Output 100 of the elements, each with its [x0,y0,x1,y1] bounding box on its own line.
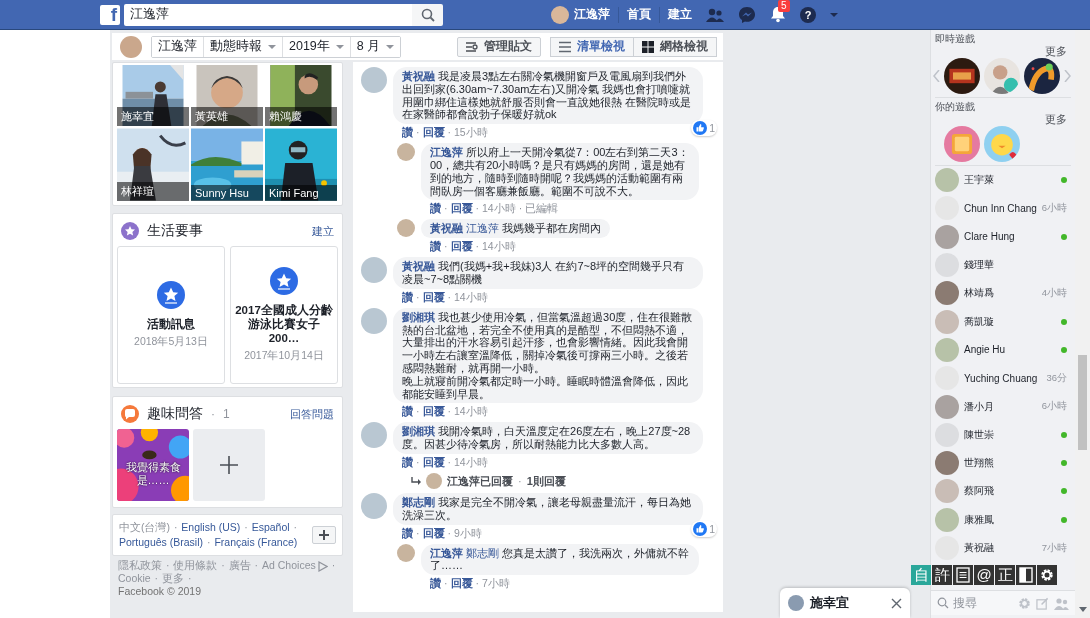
reply-link[interactable]: 回覆 [450,201,473,217]
contact-item[interactable]: 潘小月 6小時 [931,392,1075,421]
toolbar-button[interactable]: 許 [932,565,952,585]
people-icon[interactable] [1054,596,1069,610]
search-field[interactable]: 江逸萍 [124,3,412,26]
friend-name[interactable]: 林祥瑄 [117,182,189,201]
separator-dot: · [211,407,215,421]
avatar [397,219,415,238]
life-event-card[interactable]: 活動訊息 2018年5月13日 [117,246,225,384]
separator-dot: · [518,201,523,217]
author-link[interactable]: 劉湘琪 [402,425,435,438]
language-link[interactable]: English (US) [181,521,241,533]
author-link[interactable]: 江逸萍 [430,146,463,159]
author-link[interactable]: 黃祝融 [402,70,435,82]
view-tab[interactable]: 網格檢視 [634,36,717,57]
toolbar-button[interactable] [953,565,973,585]
language-link[interactable]: Français (France) [214,536,298,548]
create-link[interactable]: 建立 [312,223,334,239]
contact-item[interactable]: 喬凱璇 [931,307,1075,336]
contact-name: Yuching Chuang [964,372,1039,384]
manage-posts-button[interactable]: 管理貼文 [457,36,541,57]
contact-name: Clare Hung [964,231,1016,243]
settings-icon[interactable] [1018,596,1031,610]
like-link[interactable]: 讚 [430,239,441,255]
contact-item[interactable]: 黃祝融 7小時 [931,533,1075,563]
view-tab[interactable]: 清單檢視 [550,36,634,57]
contact-item[interactable]: 蔡阿飛 [931,477,1075,506]
separator-dot: · [173,521,178,533]
contact-item[interactable]: 康雅鳳 [931,505,1075,534]
contact-item[interactable]: 世翔熊 [931,448,1075,478]
toolbar-button[interactable] [1037,565,1057,585]
like-link[interactable]: 讚 [402,404,413,420]
author-link[interactable]: 江逸萍 [430,546,463,559]
life-event-icon [121,222,139,240]
friends-icon[interactable] [706,7,724,22]
contact-item[interactable]: 林靖爲 4小時 [931,279,1075,308]
friend-name[interactable]: 黃英雄 [191,107,263,126]
contact-item[interactable]: 王宇萊 [931,166,1075,195]
reply-link[interactable]: 回覆 [450,576,473,592]
contact-item[interactable]: Chun Inn Chang 6小時 [931,194,1075,223]
author-link[interactable]: 鄭志剛 [402,495,435,508]
mention-link[interactable]: 江逸萍 [466,222,500,235]
separator-dot: · [187,572,192,584]
next-icon[interactable] [1064,70,1071,82]
reply-link[interactable]: 回覆 [422,454,445,470]
nav-link[interactable]: 首頁 [627,6,651,23]
more-link[interactable]: 更多 [931,45,1075,57]
contact-item[interactable]: 錢理華 [931,250,1075,280]
reply-link[interactable]: 回覆 [422,125,445,141]
friend-name[interactable]: Kimi Fang [265,185,337,201]
reply-link[interactable]: 回覆 [450,239,473,255]
reply-link[interactable]: 回覆 [422,525,445,541]
nav-link[interactable]: 建立 [668,6,692,23]
author-link[interactable]: 黃祝融 [402,260,435,273]
scroll-down-icon[interactable] [1079,607,1087,612]
profile-link[interactable]: 江逸萍 [551,5,610,24]
previous-icon[interactable] [933,70,940,82]
like-link[interactable]: 讚 [430,576,441,592]
caret-icon[interactable] [830,12,838,17]
separator-dot: · [475,576,479,592]
avatar [935,168,959,193]
contact-name: 黃祝融 [964,541,995,555]
language-link[interactable]: Português (Brasil) [119,536,204,548]
author-link[interactable]: 黃祝融 [430,222,463,235]
life-event-card[interactable]: 2017全國成人分齡游泳比賽女子200… 2017年10月14日 [230,246,338,384]
author-link[interactable]: 劉湘琪 [402,310,435,323]
close-icon[interactable] [891,597,902,609]
contact-item[interactable]: Clare Hung [931,222,1075,251]
toolbar-button[interactable]: 正 [995,565,1015,585]
contact-item[interactable]: Angie Hu [931,335,1075,365]
like-link[interactable]: 讚 [402,525,413,541]
toolbar-button[interactable] [1016,565,1036,585]
like-link[interactable]: 讚 [402,454,413,470]
more-link[interactable]: 更多 [931,113,1075,125]
reply-link[interactable]: 回覆 [422,289,445,305]
like-link[interactable]: 讚 [402,125,413,141]
separator-dot: · [447,289,451,305]
like-link[interactable]: 讚 [430,201,441,217]
messenger-icon[interactable] [738,5,756,24]
like-link[interactable]: 讚 [402,289,413,305]
answer-link[interactable]: 回答問題 [290,406,334,422]
separator-dot: · [416,454,420,470]
replies-link[interactable]: 江逸萍已回覆 · 1則回覆 [361,472,723,493]
contact-item[interactable]: Yuching Chuang 36分 [931,364,1075,393]
friend-name[interactable]: Sunny Hsu [191,185,263,201]
dropdown-button[interactable]: 8 月 [349,36,401,57]
friend-name[interactable]: 施幸宜 [117,107,189,126]
toolbar-button[interactable]: @ [974,565,994,585]
facebook-logo[interactable]: f [100,4,120,25]
reply-link[interactable]: 回覆 [422,404,445,420]
search-button[interactable] [412,3,443,26]
mention-link[interactable]: 鄭志剛 [466,546,500,559]
compose-icon[interactable] [1036,596,1049,610]
contact-item[interactable]: 陳世崇 [931,420,1075,449]
language-link[interactable]: Español [251,521,290,533]
help-button[interactable]: ? [800,6,816,23]
scrollbar-thumb[interactable] [1078,355,1087,450]
friend-name[interactable]: 賴鴻慶 [265,107,337,126]
add-language-button[interactable] [312,526,336,544]
quiz-count: 1 [223,407,230,421]
